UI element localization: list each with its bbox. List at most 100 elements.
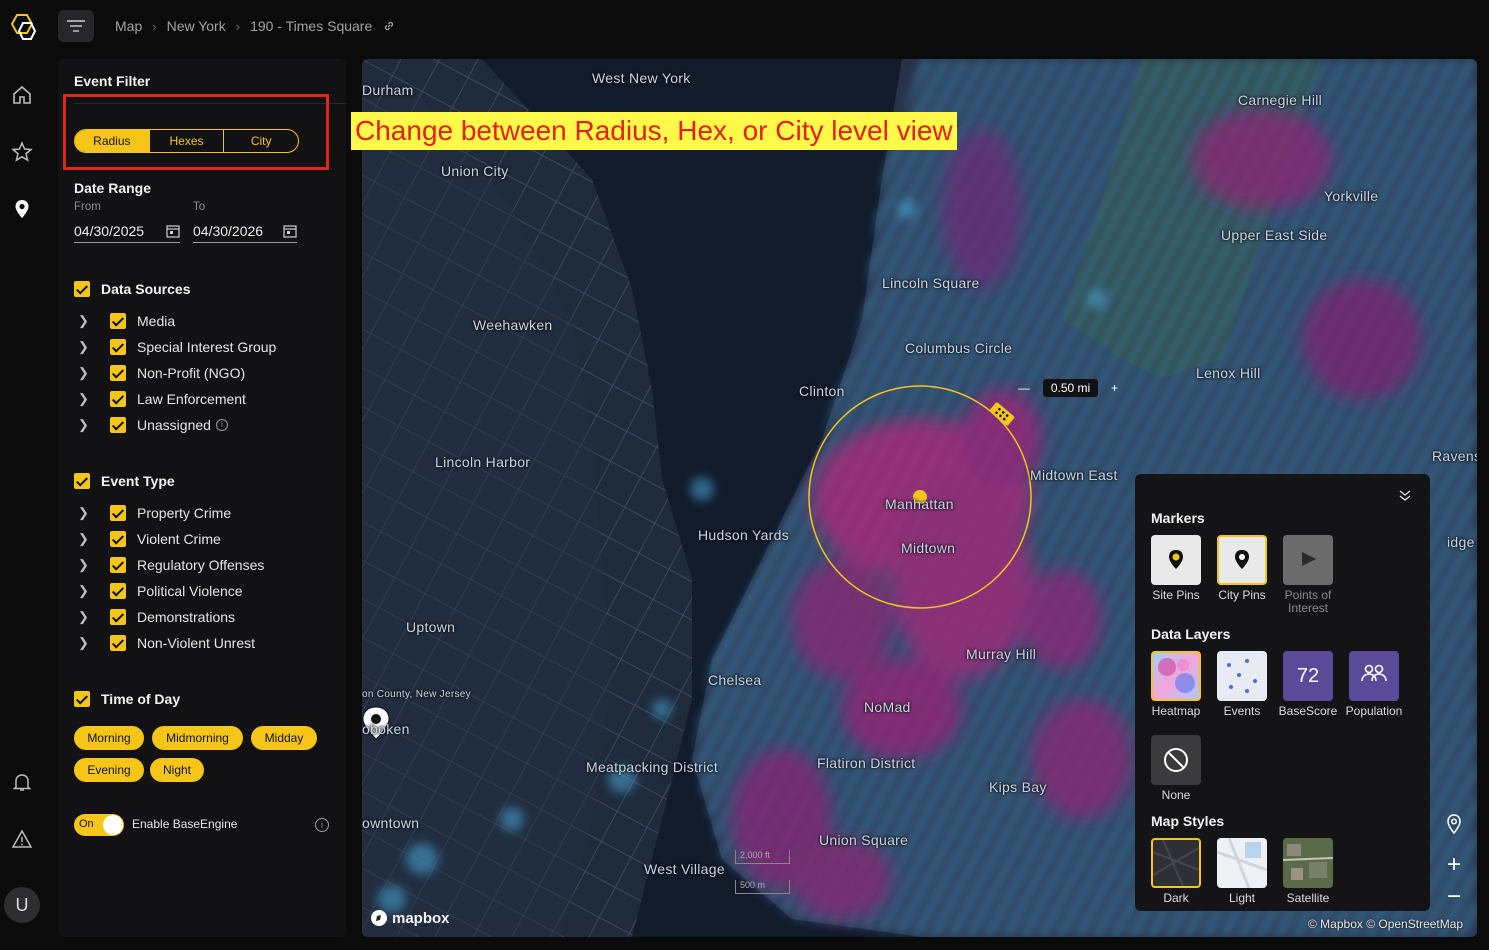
chevron-right-icon[interactable]: ❯ [78,313,90,329]
breadcrumb-map[interactable]: Map [115,18,142,34]
bell-icon[interactable] [11,771,33,793]
collapse-chevrons-icon[interactable] [1398,488,1412,502]
prohibited-icon [1164,748,1188,772]
population-icon [1361,664,1387,682]
checkbox[interactable] [110,391,126,407]
base-engine-label: Enable BaseEngine [132,817,238,831]
event-type-row[interactable]: ❯ Political Violence [78,581,243,601]
from-date-input[interactable]: 04/30/2025 [74,219,180,243]
chevron-right-icon[interactable]: ❯ [78,339,90,355]
tile-points-of-interest[interactable] [1283,535,1333,585]
checkbox[interactable] [110,417,126,433]
tile-none[interactable] [1151,735,1201,785]
chevron-right-icon[interactable]: ❯ [78,505,90,521]
data-source-row[interactable]: ❯ Non-Profit (NGO) [78,363,245,383]
tile-label: None [1161,788,1191,802]
mapbox-wordmark: mapbox [392,909,450,927]
chip-midday[interactable]: Midday [251,726,317,750]
basescore-value: 72 [1296,664,1320,687]
user-avatar[interactable]: U [4,887,40,923]
radius-decrease-button[interactable]: — [1018,381,1030,395]
chevron-right-icon[interactable]: ❯ [78,391,90,407]
event-type-row[interactable]: ❯ Violent Crime [78,529,221,549]
home-icon[interactable] [11,84,33,106]
tile-satellite-style[interactable] [1283,838,1333,888]
checkbox[interactable] [110,339,126,355]
data-source-row[interactable]: ❯ Media [78,311,175,331]
chevron-right-icon[interactable]: ❯ [78,417,90,433]
calendar-icon[interactable] [166,224,180,238]
data-sources-checkbox[interactable] [74,281,90,297]
checkbox[interactable] [110,365,126,381]
base-engine-toggle[interactable]: On [74,814,124,836]
locate-button[interactable] [1438,808,1470,840]
chevron-right-icon[interactable]: ❯ [78,635,90,651]
checkbox[interactable] [110,583,126,599]
map-label: Carnegie Hill [1238,92,1323,108]
data-source-row[interactable]: ❯ Unassigned i [78,415,228,435]
app-logo-icon[interactable] [5,12,41,44]
chevron-right-icon[interactable]: ❯ [78,609,90,625]
chevron-right-icon: › [152,18,157,34]
chip-morning[interactable]: Morning [74,726,144,750]
checkbox[interactable] [110,557,126,573]
map-label: Lenox Hill [1196,365,1261,381]
row-label: Property Crime [137,505,232,521]
chevron-right-icon[interactable]: ❯ [78,531,90,547]
link-icon[interactable] [382,19,396,33]
chevron-right-icon[interactable]: ❯ [78,583,90,599]
data-sources-group[interactable]: Data Sources [74,281,190,297]
warning-icon[interactable] [11,828,33,850]
checkbox[interactable] [110,635,126,651]
chevron-right-icon[interactable]: ❯ [78,557,90,573]
radius-increase-button[interactable]: + [1111,381,1118,395]
tile-city-pins[interactable] [1217,535,1267,585]
data-source-row[interactable]: ❯ Special Interest Group [78,337,276,357]
checkbox[interactable] [110,313,126,329]
time-of-day-group[interactable]: Time of Day [74,691,180,707]
map-label: Union City [441,163,509,179]
filter-toggle-button[interactable] [58,10,94,42]
map-pin-icon[interactable] [11,198,33,220]
map-label: Kips Bay [989,779,1047,795]
map-label: Weehawken [473,317,553,333]
calendar-icon[interactable] [283,224,297,238]
tile-population[interactable] [1349,651,1399,701]
tile-events[interactable] [1217,651,1267,701]
tile-dark-style[interactable] [1151,838,1201,888]
chevron-right-icon[interactable]: ❯ [78,365,90,381]
panel-title: Event Filter [74,73,151,89]
event-type-checkbox[interactable] [74,473,90,489]
tile-site-pins[interactable] [1151,535,1201,585]
event-type-row[interactable]: ❯ Demonstrations [78,607,235,627]
checkbox[interactable] [110,609,126,625]
tile-light-style[interactable] [1217,838,1267,888]
chip-midmorning[interactable]: Midmorning [152,726,243,750]
mapbox-logo[interactable]: mapbox [370,909,450,927]
zoom-out-button[interactable]: − [1438,881,1470,913]
data-source-row[interactable]: ❯ Law Enforcement [78,389,246,409]
chip-night[interactable]: Night [150,758,204,782]
minus-icon: − [1446,883,1461,910]
to-date-input[interactable]: 04/30/2026 [193,219,297,243]
info-icon[interactable]: i [215,419,228,431]
event-type-row[interactable]: ❯ Non-Violent Unrest [78,633,255,653]
checkbox[interactable] [110,531,126,547]
time-of-day-checkbox[interactable] [74,691,90,707]
layers-panel: Markers Site Pins City Pins Points of In… [1135,474,1430,911]
city-pin-icon [1235,550,1249,569]
event-type-row[interactable]: ❯ Regulatory Offenses [78,555,264,575]
star-icon[interactable] [11,141,33,163]
breadcrumb-city[interactable]: New York [167,18,226,34]
tile-basescore[interactable]: 72 [1283,651,1333,701]
info-icon[interactable]: i [315,818,329,832]
tile-heatmap[interactable] [1151,651,1201,701]
annotation-callout: Change between Radius, Hex, or City leve… [351,112,957,150]
map-label: West New York [592,70,691,86]
zoom-in-button[interactable]: + [1438,849,1470,881]
map-attribution[interactable]: © Mapbox © OpenStreetMap [1308,917,1463,931]
event-type-group[interactable]: Event Type [74,473,175,489]
chip-evening[interactable]: Evening [74,758,144,782]
checkbox[interactable] [110,505,126,521]
event-type-row[interactable]: ❯ Property Crime [78,503,231,523]
